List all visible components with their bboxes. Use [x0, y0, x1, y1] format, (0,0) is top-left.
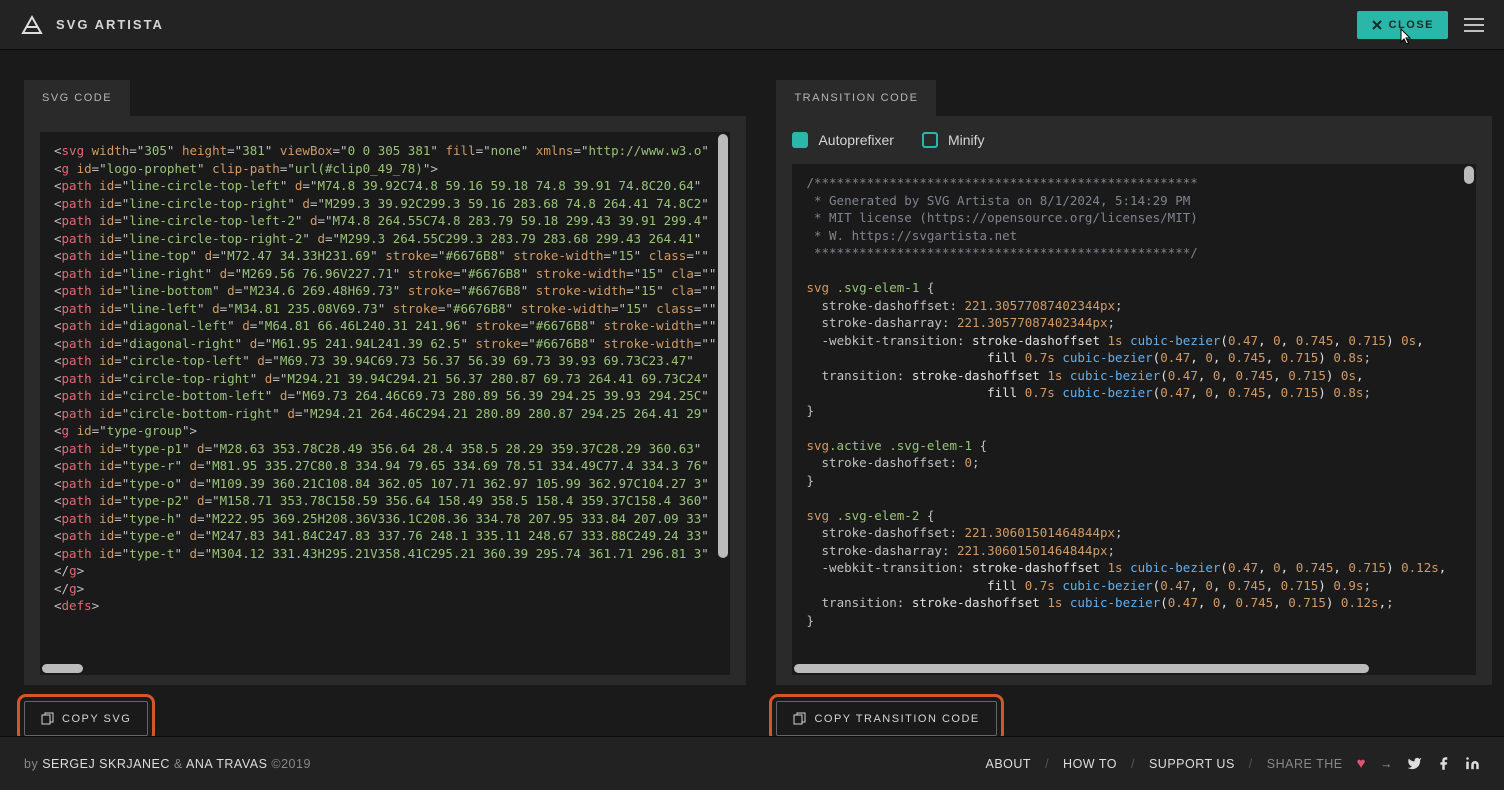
howto-link[interactable]: HOW TO	[1063, 757, 1117, 771]
autoprefixer-label: Autoprefixer	[818, 132, 893, 148]
svg-code-area[interactable]: <svg width="305" height="381" viewBox="0…	[40, 132, 730, 675]
copy-transition-button[interactable]: COPY TRANSITION CODE	[776, 701, 996, 736]
linkedin-icon[interactable]	[1465, 756, 1480, 771]
share-label: SHARE THE	[1267, 757, 1343, 771]
topbar-right: CLOSE	[1357, 11, 1484, 39]
svg-button-row: COPY SVG	[24, 701, 746, 736]
copy-icon	[41, 712, 54, 725]
transition-code-area[interactable]: /***************************************…	[792, 164, 1476, 675]
footer-amp: &	[174, 757, 183, 771]
minify-label: Minify	[948, 132, 985, 148]
arrow-icon: →	[1380, 757, 1393, 771]
close-button[interactable]: CLOSE	[1357, 11, 1448, 39]
brand: SVG ARTISTA	[20, 13, 164, 37]
transition-tab: TRANSITION CODE	[776, 80, 936, 116]
sep: /	[1045, 757, 1049, 771]
copy-svg-button[interactable]: COPY SVG	[24, 701, 148, 736]
about-link[interactable]: ABOUT	[986, 757, 1032, 771]
scrollbar-vertical[interactable]	[1464, 166, 1474, 184]
scrollbar-horizontal[interactable]	[42, 664, 83, 673]
footer-year: ©2019	[271, 757, 311, 771]
support-link[interactable]: SUPPORT US	[1149, 757, 1235, 771]
facebook-icon[interactable]	[1436, 756, 1451, 771]
footer: by SERGEJ SKRJANEC & ANA TRAVAS ©2019 AB…	[0, 736, 1504, 790]
close-icon	[1371, 19, 1383, 31]
transition-panel-body: Autoprefixer Minify /*******************…	[776, 116, 1492, 685]
svg-tab: SVG CODE	[24, 80, 130, 116]
sep: /	[1131, 757, 1135, 771]
footer-credits: by SERGEJ SKRJANEC & ANA TRAVAS ©2019	[24, 757, 311, 771]
author-2[interactable]: ANA TRAVAS	[186, 757, 267, 771]
scrollbar-vertical[interactable]	[718, 134, 728, 558]
copy-svg-label: COPY SVG	[62, 713, 131, 725]
menu-icon[interactable]	[1464, 18, 1484, 32]
footer-by: by	[24, 757, 38, 771]
brand-icon	[20, 13, 44, 37]
autoprefixer-checkbox[interactable]: Autoprefixer	[792, 132, 893, 148]
copy-transition-label: COPY TRANSITION CODE	[814, 713, 979, 725]
author-1[interactable]: SERGEJ SKRJANEC	[42, 757, 170, 771]
minify-checkbox[interactable]: Minify	[922, 132, 985, 148]
heart-icon: ♥	[1357, 755, 1366, 772]
main-content: SVG CODE <svg width="305" height="381" v…	[0, 50, 1504, 736]
transition-panel: TRANSITION CODE Autoprefixer Minify /***…	[776, 80, 1492, 736]
footer-links: ABOUT / HOW TO / SUPPORT US / SHARE THE …	[986, 755, 1481, 772]
checkbox-box-checked	[792, 132, 808, 148]
svg-panel: SVG CODE <svg width="305" height="381" v…	[24, 80, 746, 736]
topbar: SVG ARTISTA CLOSE	[0, 0, 1504, 50]
twitter-icon[interactable]	[1407, 756, 1422, 771]
brand-text: SVG ARTISTA	[56, 17, 164, 32]
scrollbar-horizontal[interactable]	[794, 664, 1368, 673]
checkbox-box	[922, 132, 938, 148]
sep: /	[1249, 757, 1253, 771]
transition-button-row: COPY TRANSITION CODE	[776, 701, 1492, 736]
close-label: CLOSE	[1389, 19, 1434, 31]
svg-panel-body: <svg width="305" height="381" viewBox="0…	[24, 116, 746, 685]
options-row: Autoprefixer Minify	[792, 132, 1476, 148]
copy-icon	[793, 712, 806, 725]
